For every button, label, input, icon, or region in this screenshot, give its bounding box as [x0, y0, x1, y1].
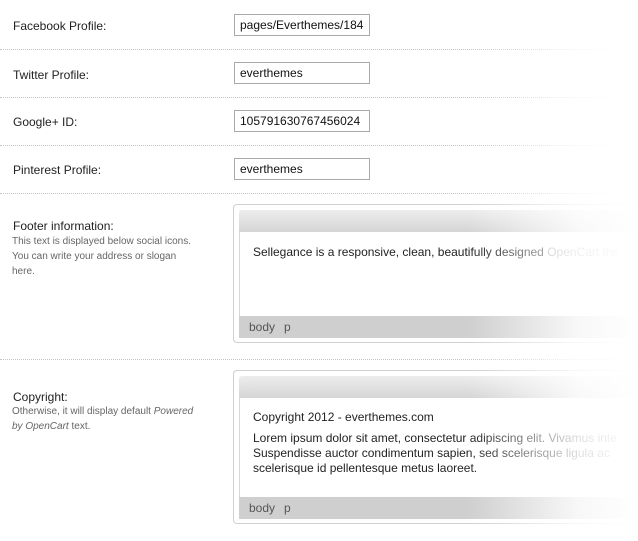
path-p[interactable]: p	[284, 501, 291, 515]
copyright-help: Otherwise, it will display default Power…	[12, 404, 217, 434]
copyright-row: Copyright: Otherwise, it will display de…	[0, 359, 638, 541]
copyright-editor-content[interactable]: Copyright 2012 - everthemes.com Lorem ip…	[239, 398, 638, 497]
twitter-label: Twitter Profile:	[13, 68, 90, 82]
footer-editor-content[interactable]: Sellegance is a responsive, clean, beaut…	[239, 232, 638, 316]
googleplus-row: Google+ ID: 105791630767456024	[0, 97, 638, 146]
googleplus-label: Google+ ID:	[13, 115, 78, 129]
twitter-input[interactable]: everthemes	[234, 62, 370, 84]
facebook-row: Facebook Profile: pages/Everthemes/184	[0, 0, 638, 50]
copyright-help-prefix: Otherwise, it will display default	[12, 406, 154, 417]
path-p[interactable]: p	[284, 320, 291, 334]
copyright-line: Copyright 2012 - everthemes.com	[253, 410, 434, 424]
footer-editor-toolbar[interactable]	[239, 210, 638, 232]
lorem-line: scelerisque id pellentesque metus laoree…	[253, 461, 478, 475]
lorem-line: Suspendisse auctor condimentum sapien, s…	[253, 446, 610, 460]
facebook-input[interactable]: pages/Everthemes/184	[234, 14, 370, 36]
footer-label: Footer information:	[13, 219, 114, 233]
footer-help: This text is displayed below social icon…	[12, 234, 217, 279]
copyright-help-em2: by OpenCart	[12, 421, 69, 432]
path-body[interactable]: body	[249, 320, 275, 334]
copyright-editor-path: body p	[239, 497, 638, 519]
footer-text-faded: OpenCart the	[547, 245, 620, 259]
footer-editor-path: body p	[239, 316, 638, 338]
facebook-label: Facebook Profile:	[13, 19, 107, 33]
footer-help-line: This text is displayed below social icon…	[12, 236, 191, 247]
pinterest-label: Pinterest Profile:	[13, 163, 102, 177]
copyright-help-suffix: text.	[68, 421, 91, 432]
lorem-line: Lorem ipsum dolor sit amet, consectetur …	[253, 431, 617, 445]
copyright-help-em1: Powered	[153, 406, 194, 417]
pinterest-row: Pinterest Profile: everthemes	[0, 145, 638, 194]
pinterest-input[interactable]: everthemes	[234, 158, 370, 180]
copyright-editor-toolbar[interactable]	[239, 376, 638, 398]
footer-editor[interactable]: Sellegance is a responsive, clean, beaut…	[233, 204, 638, 343]
footer-help-line: You can write your address or slogan	[12, 251, 177, 262]
twitter-row: Twitter Profile: everthemes	[0, 49, 638, 98]
path-body[interactable]: body	[249, 501, 275, 515]
footer-text: Sellegance is a responsive, clean, beaut…	[253, 245, 548, 259]
copyright-editor[interactable]: Copyright 2012 - everthemes.com Lorem ip…	[233, 370, 638, 524]
googleplus-input[interactable]: 105791630767456024	[234, 110, 370, 132]
footer-help-line: here.	[12, 266, 35, 277]
copyright-label: Copyright:	[13, 390, 68, 404]
footer-row: Footer information: This text is display…	[0, 193, 638, 360]
